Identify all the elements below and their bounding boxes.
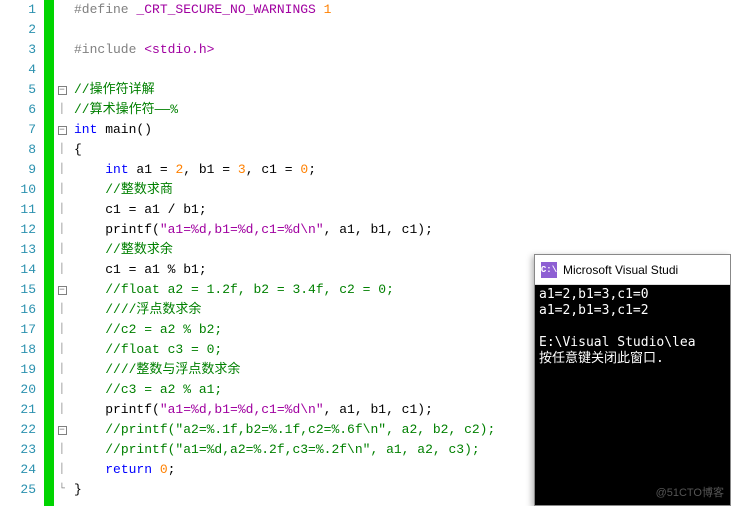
watermark: @51CTO博客 [656,485,724,501]
line-number: 5 [0,80,36,100]
fold-marker: │ [54,360,70,380]
fold-marker: │ [54,340,70,360]
console-line: a1=2,b1=3,c1=0 [539,287,649,302]
fold-marker: │ [54,160,70,180]
line-number: 12 [0,220,36,240]
fold-marker: │ [54,320,70,340]
console-line: a1=2,b1=3,c1=2 [539,303,649,318]
fold-marker [54,0,70,20]
line-number: 21 [0,400,36,420]
line-number: 9 [0,160,36,180]
line-number: 15 [0,280,36,300]
fold-marker: │ [54,300,70,320]
line-number: 14 [0,260,36,280]
console-window: C:\ Microsoft Visual Studi a1=2,b1=3,c1=… [534,254,731,506]
console-titlebar[interactable]: C:\ Microsoft Visual Studi [535,255,730,285]
console-output[interactable]: a1=2,b1=3,c1=0 a1=2,b1=3,c1=2 E:\Visual … [535,285,730,505]
line-number: 19 [0,360,36,380]
line-number: 1 [0,0,36,20]
fold-marker[interactable]: − [54,280,70,300]
code-line: c1 = a1 / b1; [74,200,731,220]
code-line: //整数求商 [74,180,731,200]
code-line: #include <stdio.h> [74,40,731,60]
line-number: 8 [0,140,36,160]
line-number: 24 [0,460,36,480]
fold-marker: └ [54,480,70,500]
fold-marker: │ [54,260,70,280]
console-line: E:\Visual Studio\lea [539,335,696,350]
fold-marker [54,60,70,80]
line-number: 18 [0,340,36,360]
line-number: 23 [0,440,36,460]
line-number: 2 [0,20,36,40]
fold-marker[interactable]: − [54,420,70,440]
code-line [74,20,731,40]
fold-marker: │ [54,100,70,120]
line-number: 10 [0,180,36,200]
line-number-gutter: 1234567891011121314151617181920212223242… [0,0,44,506]
code-line: int a1 = 2, b1 = 3, c1 = 0; [74,160,731,180]
line-number: 11 [0,200,36,220]
fold-marker: │ [54,200,70,220]
console-line: 按任意键关闭此窗口. [539,351,664,366]
console-title: Microsoft Visual Studi [563,263,678,277]
fold-marker: │ [54,460,70,480]
line-number: 13 [0,240,36,260]
fold-marker: │ [54,400,70,420]
fold-marker: │ [54,440,70,460]
code-line: int main() [74,120,731,140]
line-number: 22 [0,420,36,440]
change-bar [44,0,54,506]
code-line: #define _CRT_SECURE_NO_WARNINGS 1 [74,0,731,20]
code-line: { [74,140,731,160]
line-number: 7 [0,120,36,140]
code-line [74,60,731,80]
line-number: 3 [0,40,36,60]
fold-marker[interactable]: − [54,80,70,100]
line-number: 25 [0,480,36,500]
fold-marker [54,40,70,60]
console-icon: C:\ [541,262,557,278]
code-line: //操作符详解 [74,80,731,100]
code-line: //算术操作符——% [74,100,731,120]
fold-marker: │ [54,240,70,260]
fold-gutter: −│−│││││││−││││││−││└ [54,0,70,506]
line-number: 20 [0,380,36,400]
line-number: 17 [0,320,36,340]
fold-marker: │ [54,180,70,200]
line-number: 4 [0,60,36,80]
code-line: printf("a1=%d,b1=%d,c1=%d\n", a1, b1, c1… [74,220,731,240]
fold-marker: │ [54,220,70,240]
line-number: 6 [0,100,36,120]
fold-marker: │ [54,140,70,160]
fold-marker[interactable]: − [54,120,70,140]
fold-marker: │ [54,380,70,400]
fold-marker [54,20,70,40]
line-number: 16 [0,300,36,320]
